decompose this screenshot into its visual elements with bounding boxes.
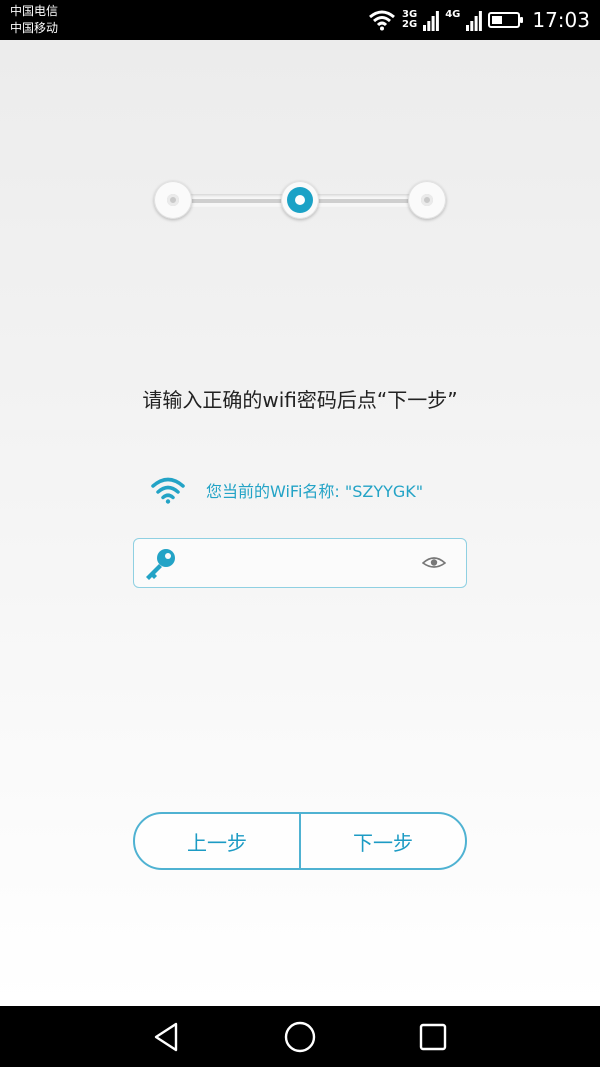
- home-icon[interactable]: [283, 1020, 317, 1054]
- battery-fill: [492, 16, 503, 24]
- step-1: [154, 181, 192, 219]
- key-icon: [146, 549, 175, 580]
- progress-stepper: [150, 178, 450, 224]
- wifi-name-label: 您当前的WiFi名称: "SZYYGK": [206, 482, 424, 501]
- system-nav-bar: [0, 1006, 600, 1067]
- network-type-bottom: 2G: [402, 19, 418, 30]
- status-bar: 中国电信 中国移动 3G 2G 4G 17:03: [0, 0, 600, 40]
- cell-signal-icon: [423, 11, 440, 31]
- navigation-buttons: 上一步 下一步: [133, 812, 467, 870]
- network-type-label: 3G 2G: [402, 10, 417, 30]
- wifi-signal-icon: [369, 10, 395, 31]
- status-indicators: 3G 2G 4G 17:03: [368, 0, 590, 40]
- password-field-box[interactable]: [133, 538, 467, 588]
- next-step-button[interactable]: 下一步: [301, 814, 465, 868]
- instruction-text: 请输入正确的wifi密码后点“下一步”: [142, 388, 458, 412]
- main-content: 请输入正确的wifi密码后点“下一步” 您当前的WiFi名称: "SZYYGK"…: [0, 40, 600, 1006]
- password-input[interactable]: [186, 547, 410, 581]
- carrier-info: 中国电信 中国移动: [10, 3, 58, 37]
- prev-step-button[interactable]: 上一步: [135, 814, 299, 868]
- eye-icon[interactable]: [422, 555, 446, 571]
- clock: 17:03: [532, 8, 590, 32]
- cell-signal-icon-2: [466, 11, 483, 31]
- recent-apps-icon[interactable]: [416, 1020, 450, 1054]
- step-2: [281, 181, 319, 219]
- wifi-name-row: 您当前的WiFi名称: "SZYYGK": [150, 470, 423, 510]
- network-type-4g: 4G: [445, 10, 460, 30]
- back-icon[interactable]: [150, 1020, 184, 1054]
- carrier-1: 中国电信: [10, 4, 59, 18]
- step-3: [408, 181, 446, 219]
- battery-icon: [488, 12, 524, 28]
- wifi-icon: [151, 477, 185, 504]
- carrier-2: 中国移动: [10, 21, 59, 35]
